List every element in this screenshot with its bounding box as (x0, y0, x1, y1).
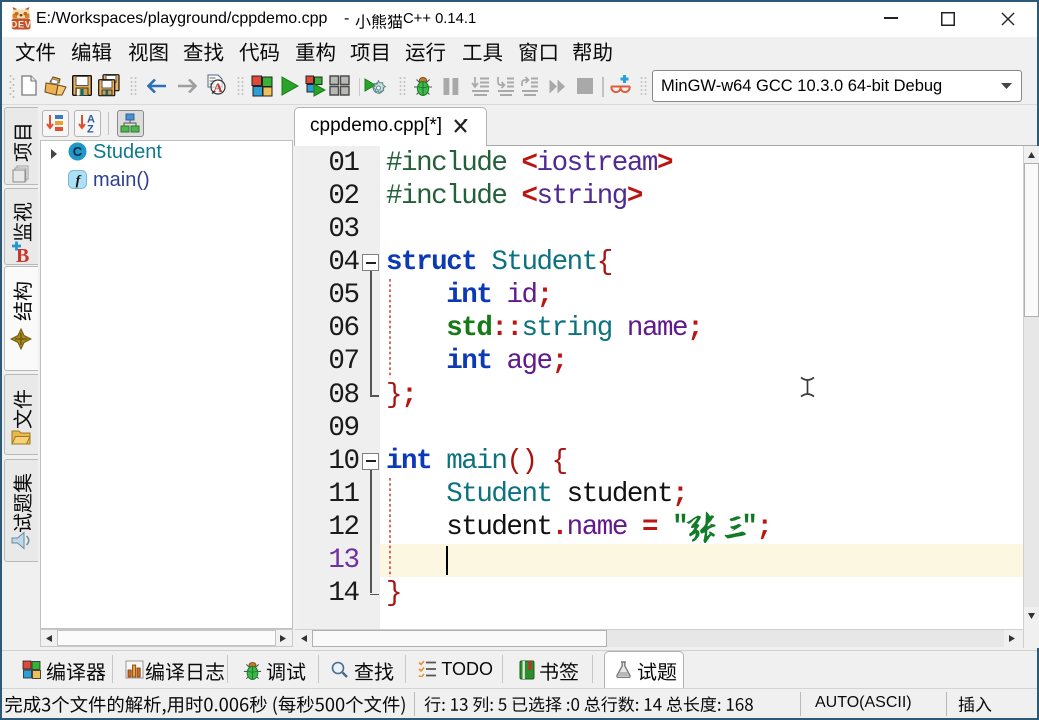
svg-text:B: B (16, 245, 29, 263)
svg-text:Z: Z (87, 124, 94, 134)
svg-text:DEV: DEV (11, 20, 31, 31)
svg-text:A: A (213, 80, 223, 95)
svg-text:C: C (73, 144, 83, 159)
